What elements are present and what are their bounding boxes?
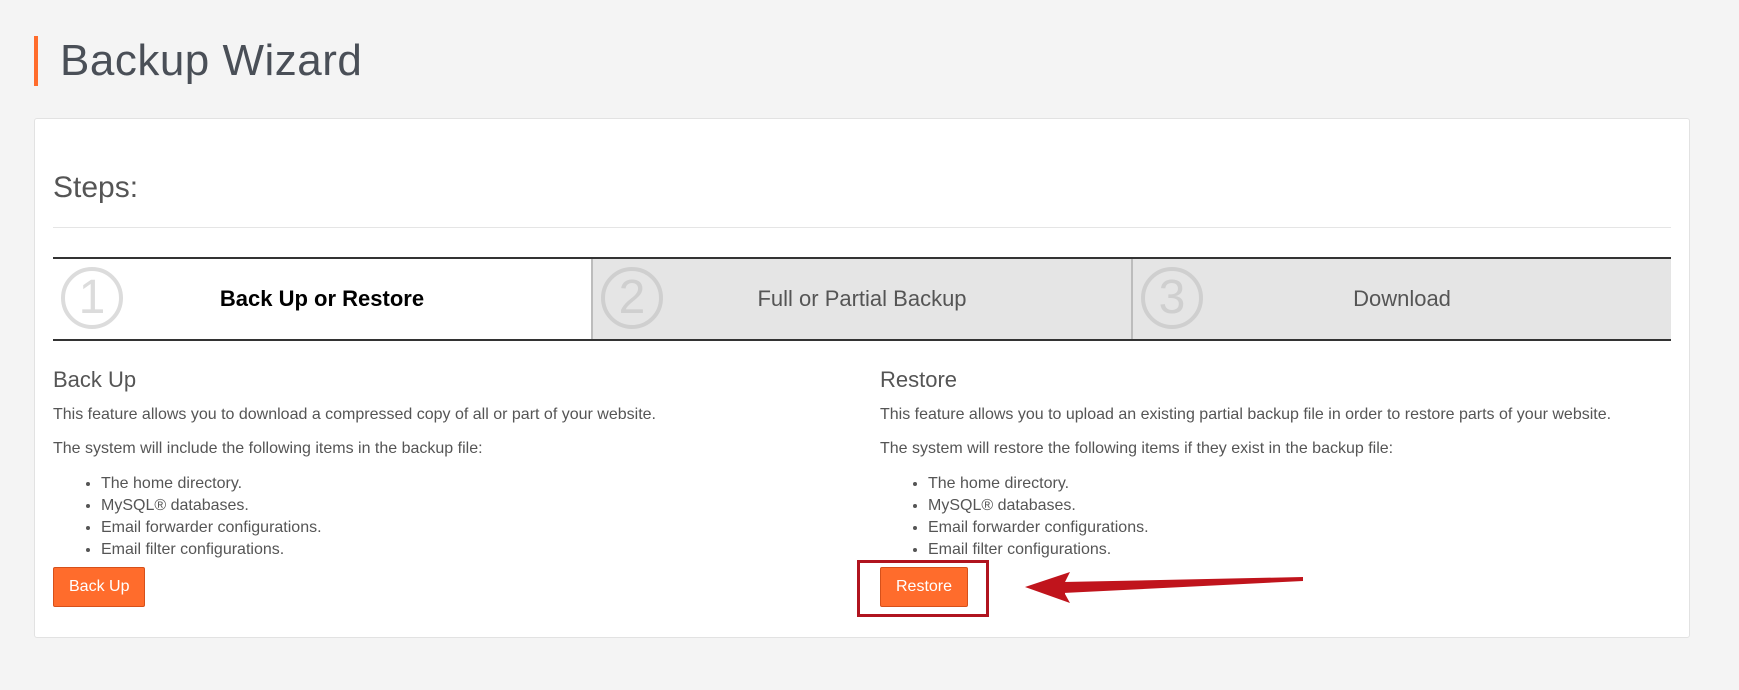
step-number-1-icon: 1: [61, 267, 123, 329]
step-label-1: Back Up or Restore: [219, 286, 425, 311]
steps-title: Steps:: [53, 171, 139, 204]
steps-divider: [53, 227, 1671, 228]
list-item: The home directory.: [101, 473, 843, 495]
backup-heading: Back Up: [53, 367, 137, 392]
wizard-step-1: 1 Back Up or Restore: [53, 259, 591, 339]
list-item: Email filter configurations.: [101, 539, 843, 561]
list-item: The home directory.: [928, 473, 1670, 495]
restore-highlight-box: [857, 560, 989, 617]
step-number-2-icon: 2: [601, 267, 663, 329]
restore-heading: Restore: [880, 367, 958, 392]
list-item: Email forwarder configurations.: [101, 517, 843, 539]
back-up-button[interactable]: Back Up: [53, 567, 146, 607]
restore-items-list: The home directory. MySQL® databases. Em…: [880, 473, 1670, 561]
arrow-shaft: [1063, 577, 1303, 593]
page-title: Backup Wizard: [60, 36, 363, 85]
restore-description: This feature allows you to upload an exi…: [880, 406, 1612, 423]
backup-items-list: The home directory. MySQL® databases. Em…: [53, 473, 843, 561]
list-item: MySQL® databases.: [101, 495, 843, 517]
backup-includes-intro: The system will include the following it…: [53, 440, 483, 457]
wizard-step-2: 2 Full or Partial Backup: [591, 259, 1131, 339]
backup-description: This feature allows you to download a co…: [53, 406, 656, 423]
backup-section: Back Up This feature allows you to downl…: [53, 365, 843, 561]
step-label-2: Full or Partial Backup: [757, 286, 967, 311]
wizard-step-3: 3 Download: [1131, 259, 1671, 339]
step-number-3-icon: 3: [1141, 267, 1203, 329]
list-item: Email forwarder configurations.: [928, 517, 1670, 539]
step-label-3: Download: [1353, 286, 1451, 311]
restore-section: Restore This feature allows you to uploa…: [880, 365, 1670, 561]
pointer-arrow-icon: [1025, 572, 1303, 603]
page-header: Backup Wizard: [34, 36, 362, 86]
restore-includes-intro: The system will restore the following it…: [880, 440, 1394, 457]
list-item: MySQL® databases.: [928, 495, 1670, 517]
list-item: Email filter configurations.: [928, 539, 1670, 561]
wizard-steps: 1 Back Up or Restore 2 Full or Partial B…: [53, 257, 1671, 341]
